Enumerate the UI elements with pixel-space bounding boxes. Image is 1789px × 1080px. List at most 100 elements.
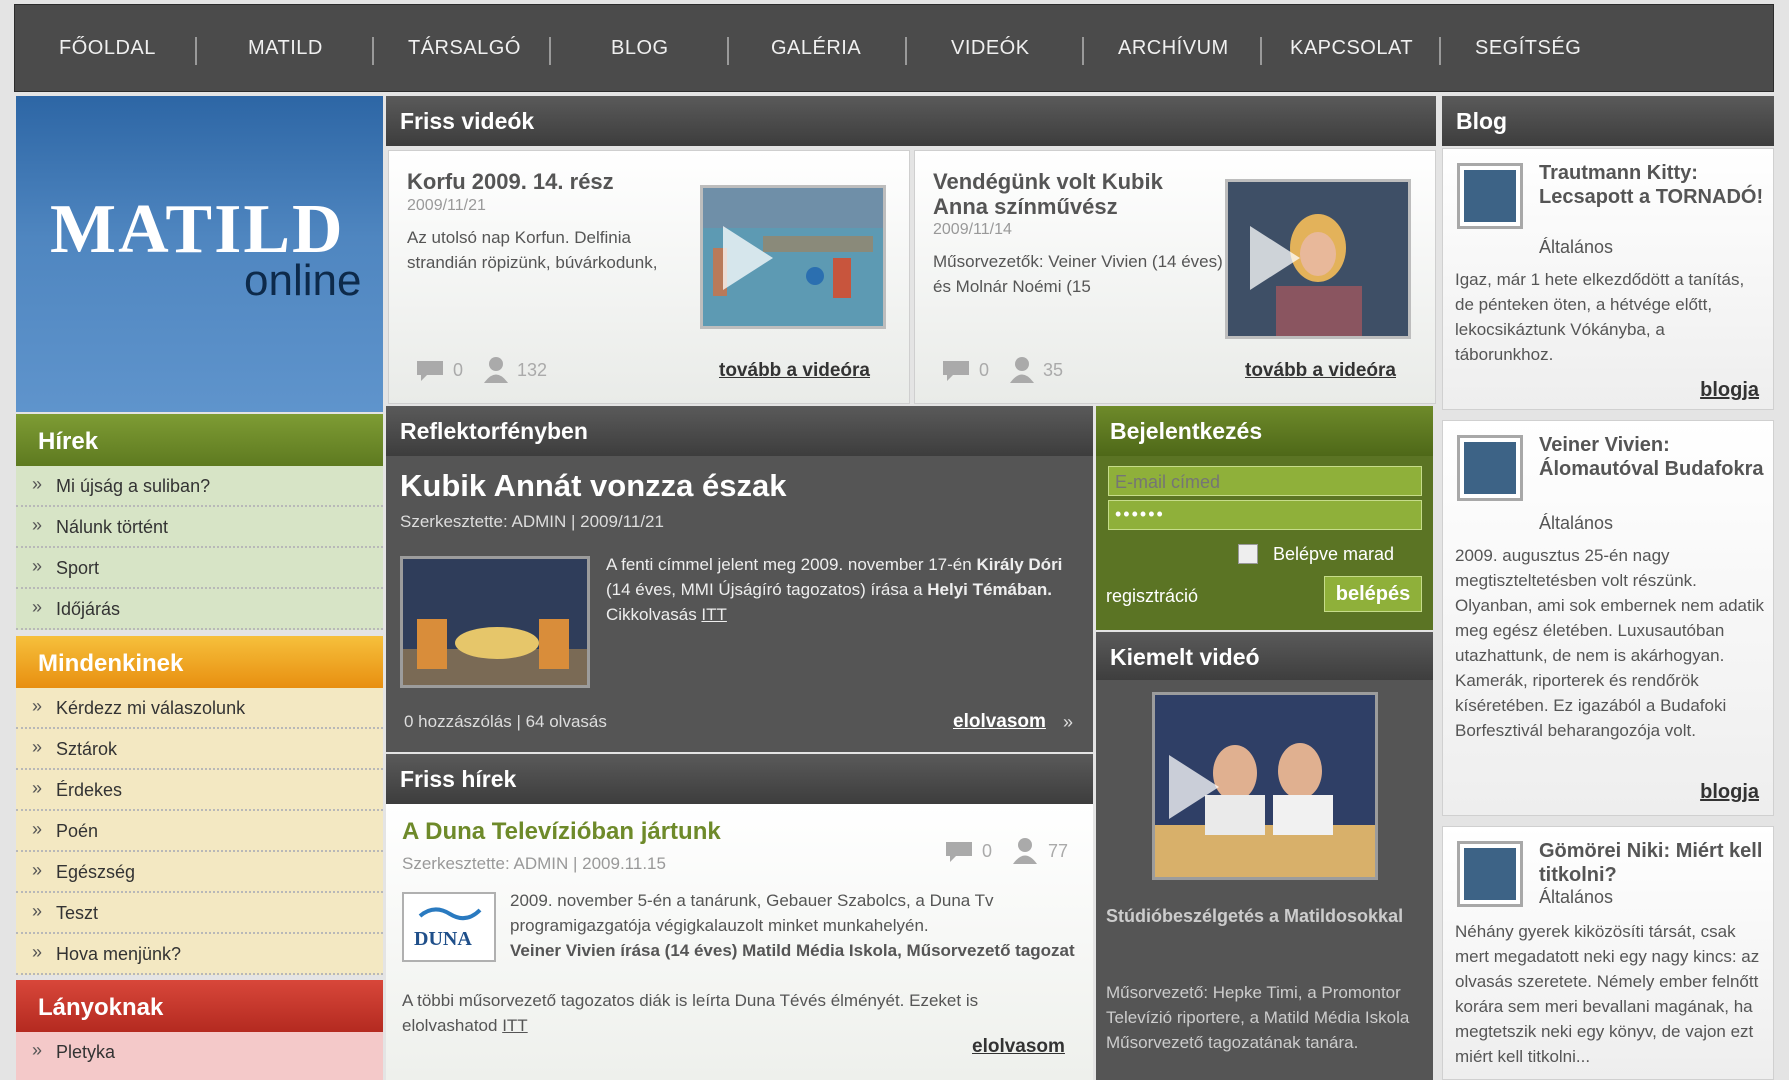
video-card: Vendégünk volt Kubik Anna színművész 200… bbox=[914, 150, 1436, 404]
blog-category: Általános bbox=[1539, 237, 1614, 257]
password-field[interactable]: •••••• bbox=[1108, 500, 1422, 530]
comment-icon bbox=[417, 361, 443, 381]
section-heading-login: Bejelentkezés bbox=[1096, 406, 1433, 456]
menu-item[interactable]: » Időjárás bbox=[16, 589, 383, 630]
user-icon bbox=[1010, 357, 1034, 383]
featured-video-thumbnail[interactable] bbox=[1152, 692, 1378, 880]
nav-blog[interactable]: BLOG bbox=[611, 37, 669, 60]
play-icon bbox=[723, 226, 773, 290]
menu-item[interactable]: » Sport bbox=[16, 548, 383, 589]
nav-segitseg[interactable]: SEGÍTSÉG bbox=[1475, 37, 1581, 60]
remember-checkbox[interactable] bbox=[1238, 544, 1258, 564]
section-heading-reflektor: Reflektorfényben bbox=[386, 406, 1093, 456]
blog-avatar[interactable] bbox=[1457, 435, 1523, 501]
video-date: 2009/11/21 bbox=[407, 197, 486, 214]
menu-item[interactable]: » Poén bbox=[16, 811, 383, 852]
comment-count: 0 bbox=[979, 360, 990, 380]
site-logo[interactable]: MATILD online bbox=[16, 96, 383, 412]
video-title[interactable]: Vendégünk volt Kubik Anna színművész bbox=[933, 169, 1223, 219]
nav-archivum[interactable]: ARCHÍVUM bbox=[1118, 37, 1229, 60]
blog-avatar[interactable] bbox=[1457, 841, 1523, 907]
video-title[interactable]: Korfu 2009. 14. rész bbox=[407, 169, 697, 194]
article-itt-link[interactable]: ITT bbox=[701, 605, 727, 624]
comment-count: 0 bbox=[453, 360, 464, 380]
menu-heading-hirek: Hírek bbox=[16, 414, 383, 466]
logo-subtitle: online bbox=[244, 256, 362, 305]
double-chevron-icon: » bbox=[32, 737, 43, 757]
double-chevron-icon: » bbox=[32, 474, 43, 494]
menu-item[interactable]: » Hova menjünk? bbox=[16, 934, 383, 975]
blog-post-title[interactable]: Veiner Vivien: Álomautóval Budafokra bbox=[1539, 433, 1764, 481]
nav-matild[interactable]: MATILD bbox=[248, 37, 323, 60]
double-chevron-icon: » bbox=[32, 556, 43, 576]
article-image[interactable] bbox=[400, 556, 590, 688]
menu-item[interactable]: » Sztárok bbox=[16, 729, 383, 770]
menu-item[interactable]: » Kérdezz mi válaszolunk bbox=[16, 688, 383, 729]
blog-post: Gömörei Niki: Miért kell titkolni? Által… bbox=[1442, 826, 1774, 1080]
menu-item[interactable]: » Pletyka bbox=[16, 1032, 383, 1080]
nav-separator bbox=[195, 37, 197, 65]
blog-avatar[interactable] bbox=[1457, 163, 1523, 229]
nav-videok[interactable]: VIDEÓK bbox=[951, 37, 1030, 60]
video-card: Korfu 2009. 14. rész 2009/11/21 Az utols… bbox=[388, 150, 910, 404]
menu-item[interactable]: » Teszt bbox=[16, 893, 383, 934]
read-more-link[interactable]: elolvasom bbox=[972, 1036, 1065, 1058]
blog-link[interactable]: blogja bbox=[1700, 781, 1759, 804]
user-icon bbox=[1013, 838, 1037, 864]
double-chevron-icon: » bbox=[32, 515, 43, 535]
nav-separator bbox=[372, 37, 374, 65]
blog-post-title[interactable]: Trautmann Kitty: Lecsapott a TORNADÓ! bbox=[1539, 161, 1764, 209]
article-byline: Szerkesztette: ADMIN | 2009/11/21 bbox=[400, 512, 664, 531]
nav-separator bbox=[905, 37, 907, 65]
blog-excerpt: Néhány gyerek kiközösíti társát, csak me… bbox=[1455, 922, 1760, 1066]
view-count: 132 bbox=[517, 360, 548, 380]
blog-excerpt: Igaz, már 1 hete elkezdődött a tanítás, … bbox=[1455, 270, 1745, 364]
blog-excerpt: 2009. augusztus 25-én nagy megtiszteltet… bbox=[1455, 546, 1764, 740]
nav-separator bbox=[1439, 37, 1441, 65]
double-chevron-icon: » bbox=[32, 597, 43, 617]
double-chevron-icon: » bbox=[32, 778, 43, 798]
menu-item[interactable]: » Nálunk történt bbox=[16, 507, 383, 548]
more-video-link[interactable]: tovább a videóra bbox=[1245, 360, 1396, 382]
nav-galeria[interactable]: GALÉRIA bbox=[771, 37, 861, 60]
more-video-link[interactable]: tovább a videóra bbox=[719, 360, 870, 382]
video-description: Műsorvezetők: Veiner Vivien (14 éves) és… bbox=[933, 252, 1223, 296]
nav-tarsalgo[interactable]: TÁRSALGÓ bbox=[408, 37, 521, 60]
nav-kapcsolat[interactable]: KAPCSOLAT bbox=[1290, 37, 1413, 60]
view-count: 35 bbox=[1043, 360, 1064, 380]
comment-count: 0 bbox=[982, 841, 993, 861]
blog-post: Trautmann Kitty: Lecsapott a TORNADÓ! Ál… bbox=[1442, 148, 1774, 410]
news-article: A Duna Televízióban jártunk Szerkesztett… bbox=[386, 804, 1093, 1080]
nav-separator bbox=[1082, 37, 1084, 65]
article-headline[interactable]: Kubik Annát vonzza észak bbox=[400, 468, 786, 504]
featured-video-title[interactable]: Stúdióbeszélgetés a Matildosokkal bbox=[1106, 904, 1406, 929]
featured-video-description: Műsorvezető: Hepke Timi, a Promontor Tel… bbox=[1106, 983, 1410, 1052]
menu-item[interactable]: » Egészség bbox=[16, 852, 383, 893]
user-icon bbox=[484, 357, 508, 383]
double-chevron-icon: » bbox=[32, 901, 43, 921]
video-thumbnail[interactable] bbox=[700, 185, 886, 329]
nav-fooldal[interactable]: FŐOLDAL bbox=[59, 37, 156, 60]
menu-item[interactable]: » Mi újság a suliban? bbox=[16, 466, 383, 507]
news-itt-link[interactable]: ITT bbox=[502, 1016, 528, 1035]
register-link[interactable]: regisztráció bbox=[1106, 586, 1198, 607]
news-headline[interactable]: A Duna Televízióban jártunk bbox=[402, 818, 721, 846]
video-thumbnail[interactable] bbox=[1225, 179, 1411, 339]
menu-heading-lanyoknak: Lányoknak bbox=[16, 980, 383, 1032]
duna-logo-text: DUNA bbox=[414, 928, 472, 950]
duna-logo[interactable]: DUNA bbox=[402, 892, 496, 962]
studio-image bbox=[403, 559, 587, 685]
email-field[interactable] bbox=[1108, 466, 1422, 496]
login-button[interactable]: belépés bbox=[1324, 576, 1422, 612]
video-date: 2009/11/14 bbox=[933, 221, 1012, 238]
blog-link[interactable]: blogja bbox=[1700, 379, 1759, 402]
comment-icon bbox=[943, 361, 969, 381]
blog-post-title[interactable]: Gömörei Niki: Miért kell titkolni? bbox=[1539, 839, 1764, 887]
section-heading-friss-hirek: Friss hírek bbox=[386, 754, 1093, 804]
menu-item[interactable]: » Érdekes bbox=[16, 770, 383, 811]
double-chevron-icon: » bbox=[32, 1040, 43, 1060]
double-chevron-icon: » bbox=[32, 942, 43, 962]
nav-separator bbox=[1260, 37, 1262, 65]
read-more-link[interactable]: elolvasom bbox=[953, 711, 1046, 733]
section-heading-featured: Kiemelt videó bbox=[1096, 632, 1433, 682]
